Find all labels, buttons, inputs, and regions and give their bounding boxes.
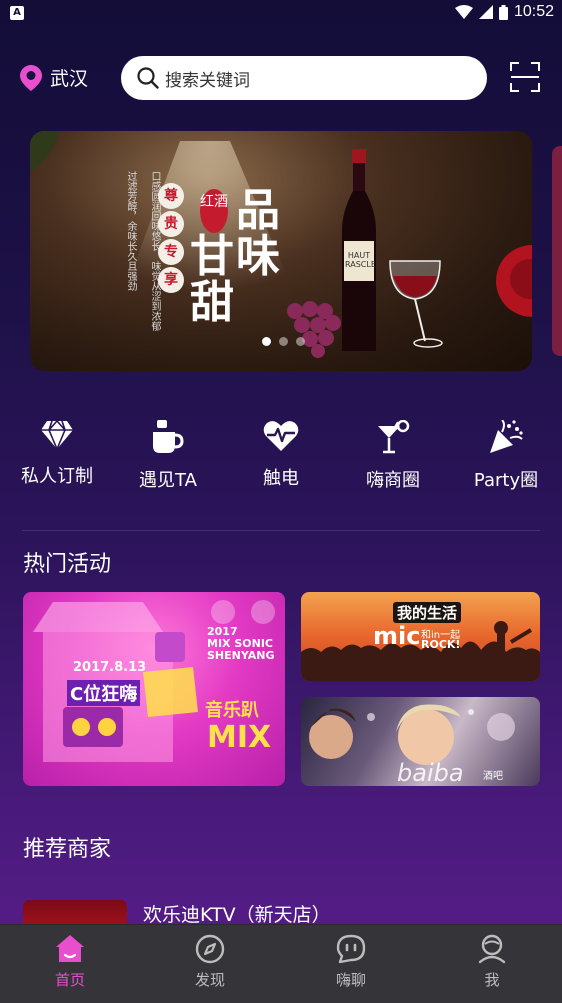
card-brand: baiba xyxy=(397,759,464,786)
event-line: SHENYANG xyxy=(207,649,275,662)
search-input[interactable]: 搜索关键词 xyxy=(121,56,487,100)
pagination-dot[interactable] xyxy=(296,337,305,346)
nav-tab-me[interactable]: 我 xyxy=(422,925,562,1003)
banner-circle-char: 尊 xyxy=(158,183,184,209)
nav-label: 发现 xyxy=(194,971,225,989)
banner-title-char: 品 xyxy=(236,185,280,236)
nav-tab-chat[interactable]: 嗨聊 xyxy=(281,925,421,1003)
category-spark[interactable]: 触电 xyxy=(226,420,336,490)
banner-title-char: 味 xyxy=(236,231,280,282)
nav-label: 我 xyxy=(484,971,500,989)
banner-circle-char: 专 xyxy=(158,239,184,265)
category-label: 遇见TA xyxy=(139,470,197,491)
nav-tab-home[interactable]: 首页 xyxy=(0,925,140,1003)
banner-title-char: 甘 xyxy=(190,231,234,282)
chat-icon xyxy=(336,934,366,964)
activity-card-mix-sonic[interactable]: 2017 MIX SONIC SHENYANG 2017.8.13 C位狂嗨 音… xyxy=(23,592,285,786)
status-bar: A 10:52 xyxy=(0,0,562,26)
event-poster-graphic xyxy=(33,600,275,762)
location-pin-icon xyxy=(20,64,42,91)
merchant-name[interactable]: 欢乐迪KTV（新天店） xyxy=(143,900,331,927)
pagination-dot[interactable] xyxy=(279,337,288,346)
banner-tag: 红酒 xyxy=(200,189,228,233)
pagination-dot[interactable] xyxy=(262,337,271,346)
section-title-recommended-merchants: 推荐商家 xyxy=(23,837,112,862)
search-placeholder: 搜索关键词 xyxy=(165,70,250,91)
cocktail-icon xyxy=(378,420,410,454)
banner-title-char: 甜 xyxy=(190,277,234,328)
category-menu: 私人订制 遇见TA 触电 嗨商圈 Party圈 xyxy=(0,420,562,500)
diamond-icon xyxy=(41,420,73,450)
signal-icon xyxy=(478,5,493,19)
spotlight-illustration xyxy=(30,131,532,358)
clock: 10:52 xyxy=(513,3,554,20)
banner-circle-char: 享 xyxy=(158,267,184,293)
card-sub: 酒吧 xyxy=(483,771,503,782)
location-label: 武汉 xyxy=(50,68,89,90)
nav-tab-discover[interactable]: 发现 xyxy=(140,925,280,1003)
event-badge: 音乐趴 xyxy=(205,700,259,721)
wifi-icon xyxy=(454,5,473,19)
next-banner-peek[interactable] xyxy=(552,146,562,356)
category-party-circle[interactable]: Party圈 xyxy=(451,420,561,492)
notification-icon: A xyxy=(10,6,24,20)
banner-side-text: 过滤芳醇，余味长久且强劲 xyxy=(125,171,136,291)
compass-icon xyxy=(195,934,225,964)
scan-icon[interactable] xyxy=(510,62,540,92)
event-slogan: C位狂嗨 xyxy=(67,680,141,706)
section-title-hot-activities: 热门活动 xyxy=(23,552,112,577)
category-label: 私人订制 xyxy=(21,466,93,487)
nav-label: 嗨聊 xyxy=(335,971,366,989)
battery-icon xyxy=(498,4,508,20)
user-icon xyxy=(478,934,506,964)
category-label: 嗨商圈 xyxy=(366,470,420,491)
bottle-label: HAUT RASCLE xyxy=(345,251,376,269)
category-private-custom[interactable]: 私人订制 xyxy=(2,420,112,488)
banner-pagination xyxy=(262,337,305,346)
category-meet-ta[interactable]: 遇见TA xyxy=(113,420,223,492)
home-icon xyxy=(56,935,84,962)
nav-label: 首页 xyxy=(54,971,85,989)
category-label: Party圈 xyxy=(473,470,539,491)
location-selector[interactable]: 武汉 xyxy=(20,64,88,91)
category-label: 触电 xyxy=(263,468,299,489)
promo-banner[interactable]: 口感圆润回味悠长，味觉从涩到浓郁 过滤芳醇，余味长久且强劲 尊 贵 专 享 红酒… xyxy=(30,131,532,371)
category-business-circle[interactable]: 嗨商圈 xyxy=(338,420,448,492)
banner-circle-char: 贵 xyxy=(158,211,184,237)
heartbeat-icon xyxy=(263,421,299,451)
bottom-navigation: 首页 发现 嗨聊 我 xyxy=(0,924,562,1003)
divider xyxy=(22,530,540,531)
card-brand: mic xyxy=(373,622,421,650)
event-date: 2017.8.13 xyxy=(73,660,147,675)
party-popper-icon xyxy=(490,420,523,453)
card-headline: 我的生活 xyxy=(393,602,462,623)
card-sub: ROCK! xyxy=(421,638,461,651)
search-icon xyxy=(137,67,159,89)
coffee-cup-icon xyxy=(153,420,184,453)
activity-card-baiba[interactable]: baiba 酒吧 xyxy=(301,697,540,786)
activity-card-mic-life[interactable]: 我的生活 mic 和in一起 ROCK! xyxy=(301,592,540,681)
event-brand: MIX xyxy=(207,720,272,755)
